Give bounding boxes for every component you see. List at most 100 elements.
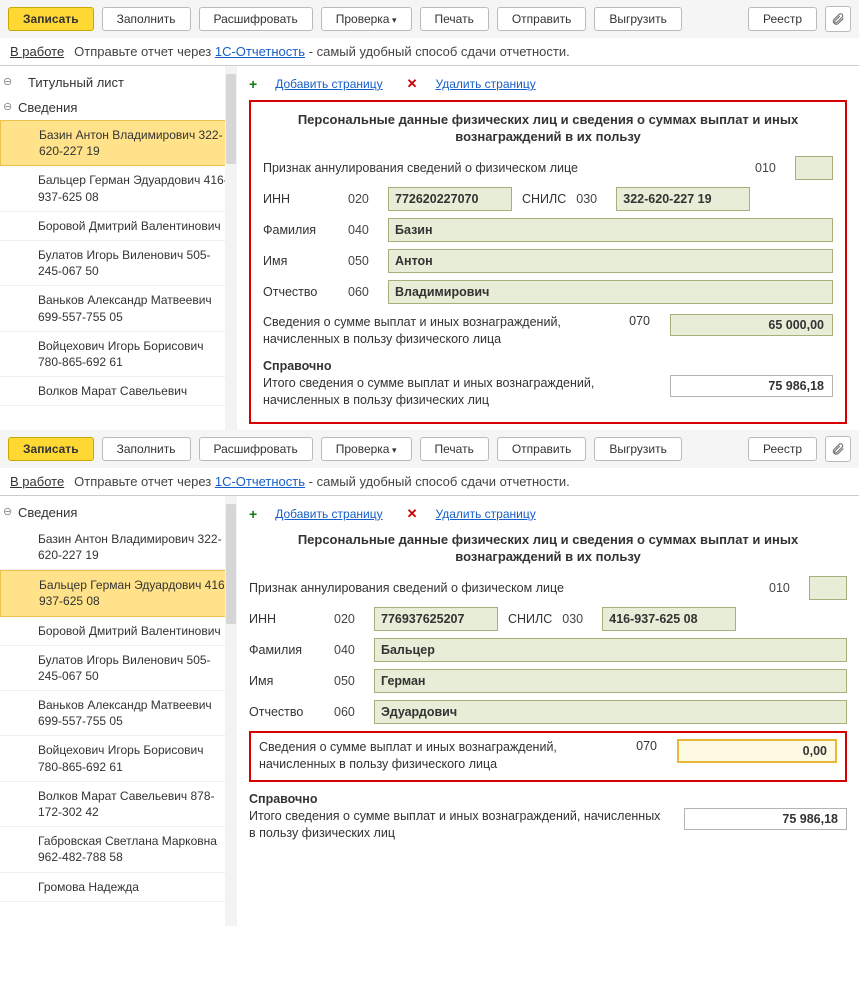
patr-label: Отчество [249,705,324,719]
sum-value[interactable]: 65 000,00 [670,314,833,336]
sum-label: Сведения о сумме выплат и иных вознаграж… [263,314,609,349]
content-area: + Добавить страницу ✕ Удалить страницу П… [237,496,859,926]
fam-value[interactable]: Базин [388,218,833,242]
person-item[interactable]: Булатов Игорь Виленович 505-245-067 50 [0,646,236,691]
person-item[interactable]: Булатов Игорь Виленович 505-245-067 50 [0,241,236,286]
page-actions: + Добавить страницу ✕ Удалить страницу [249,502,847,530]
decode-button[interactable]: Расшифровать [199,7,313,31]
reporting-link[interactable]: 1С-Отчетность [215,44,305,59]
ref-label: Итого сведения о сумме выплат и иных воз… [249,808,664,843]
person-item[interactable]: Боровой Дмитрий Валентинович [0,617,236,646]
send-button[interactable]: Отправить [497,437,587,461]
page-actions: + Добавить страницу ✕ Удалить страницу [249,72,847,100]
person-item[interactable]: Боровой Дмитрий Валентинович [0,212,236,241]
decode-button[interactable]: Расшифровать [199,437,313,461]
inn-value[interactable]: 772620227070 [388,187,512,211]
sidebar: Сведения Базин Антон Владимирович 322-62… [0,496,237,926]
person-item[interactable]: Волков Марат Савельевич 878-172-302 42 [0,782,236,827]
person-item[interactable]: Громова Надежда [0,873,236,902]
fam-value[interactable]: Бальцер [374,638,847,662]
patr-value[interactable]: Владимирович [388,280,833,304]
scrollbar[interactable] [225,496,237,926]
scroll-thumb[interactable] [226,74,236,164]
person-item[interactable]: Войцехович Игорь Борисович 780-865-692 6… [0,332,236,377]
sign-value[interactable] [795,156,833,180]
delete-page-icon: ✕ [407,76,418,92]
patr-value[interactable]: Эдуардович [374,700,847,724]
save-button[interactable]: Записать [8,7,94,31]
inn-value[interactable]: 776937625207 [374,607,498,631]
delete-page-link[interactable]: Удалить страницу [436,77,536,91]
name-label: Имя [249,674,324,688]
snils-value[interactable]: 416-937-625 08 [602,607,736,631]
add-page-link[interactable]: Добавить страницу [275,77,382,91]
sign-value[interactable] [809,576,847,600]
name-value[interactable]: Герман [374,669,847,693]
patr-label: Отчество [263,285,338,299]
highlighted-section: Персональные данные физических лиц и све… [249,100,847,424]
fill-button[interactable]: Заполнить [102,437,191,461]
tree-svedeniya[interactable]: Сведения [0,500,236,525]
person-item[interactable]: Бальцер Герман Эдуардович 416-937-625 08 [0,570,236,616]
ref-title: Справочно [249,792,847,806]
ref-sum-value: 75 986,18 [670,375,833,397]
patr-code: 060 [334,705,364,719]
delete-page-link[interactable]: Удалить страницу [436,507,536,521]
person-item[interactable]: Ваньков Александр Матвеевич 699-557-755 … [0,286,236,331]
status-text: Отправьте отчет через 1С-Отчетность - са… [74,474,570,489]
export-button[interactable]: Выгрузить [594,7,682,31]
reporting-link[interactable]: 1С-Отчетность [215,474,305,489]
sign-code: 010 [755,161,785,175]
person-item[interactable]: Бальцер Герман Эдуардович 416-937-625 08 [0,166,236,211]
name-value[interactable]: Антон [388,249,833,273]
export-button[interactable]: Выгрузить [594,437,682,461]
registry-button[interactable]: Реестр [748,437,817,461]
save-button[interactable]: Записать [8,437,94,461]
print-button[interactable]: Печать [420,437,489,461]
sum-code: 070 [629,314,650,328]
person-item[interactable]: Войцехович Игорь Борисович 780-865-692 6… [0,736,236,781]
person-item[interactable]: Волков Марат Савельевич [0,377,236,406]
snils-code: 030 [576,192,606,206]
section-title: Персональные данные физических лиц и све… [249,532,847,566]
person-item[interactable]: Габровская Светлана Марковна 962-482-788… [0,827,236,872]
registry-button[interactable]: Реестр [748,7,817,31]
sidebar: Титульный лист Сведения Базин Антон Влад… [0,66,237,430]
patr-code: 060 [348,285,378,299]
name-code: 050 [348,254,378,268]
fill-button[interactable]: Заполнить [102,7,191,31]
name-code: 050 [334,674,364,688]
add-page-icon: + [249,76,257,92]
toolbar-top: Записать Заполнить Расшифровать Проверка… [0,0,859,38]
sum-value[interactable]: 0,00 [677,739,837,763]
ref-label: Итого сведения о сумме выплат и иных воз… [263,375,650,410]
name-label: Имя [263,254,338,268]
attachment-icon[interactable] [825,436,851,462]
sum-label: Сведения о сумме выплат и иных вознаграж… [259,739,616,774]
tree-svedeniya[interactable]: Сведения [0,95,236,120]
highlighted-sum-row: Сведения о сумме выплат и иных вознаграж… [249,731,847,782]
scroll-thumb[interactable] [226,504,236,624]
add-page-icon: + [249,506,257,522]
section-title: Персональные данные физических лиц и све… [263,112,833,146]
scrollbar[interactable] [225,66,237,430]
check-button[interactable]: Проверка [321,7,412,31]
inn-label: ИНН [263,192,338,206]
person-item[interactable]: Базин Антон Владимирович 322-620-227 19 [0,525,236,570]
snils-label: СНИЛС [508,612,552,626]
add-page-link[interactable]: Добавить страницу [275,507,382,521]
print-button[interactable]: Печать [420,7,489,31]
snils-value[interactable]: 322-620-227 19 [616,187,750,211]
fam-label: Фамилия [249,643,324,657]
attachment-icon[interactable] [825,6,851,32]
person-item[interactable]: Базин Антон Владимирович 322-620-227 19 [0,120,236,166]
fam-code: 040 [334,643,364,657]
snils-code: 030 [562,612,592,626]
check-button[interactable]: Проверка [321,437,412,461]
tree-title-page[interactable]: Титульный лист [0,70,236,95]
sum-code: 070 [636,739,657,753]
status-title: В работе [10,474,64,489]
person-item[interactable]: Ваньков Александр Матвеевич 699-557-755 … [0,691,236,736]
send-button[interactable]: Отправить [497,7,587,31]
sign-code: 010 [769,581,799,595]
